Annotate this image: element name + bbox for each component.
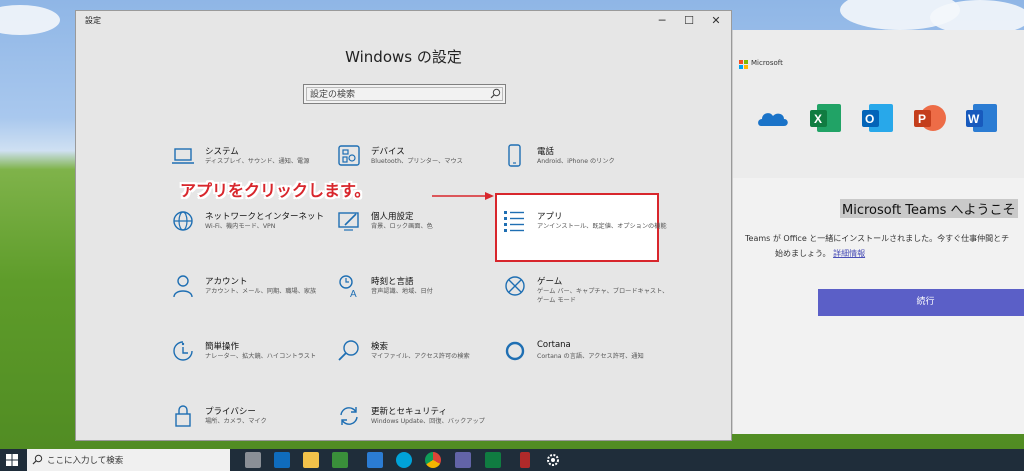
search-icon (32, 454, 43, 465)
desc-text: 始めましょう。 (775, 249, 831, 258)
desc-line: 始めましょう。 詳細情報 (745, 246, 1009, 261)
teams-header: Microsoft X O P W (733, 30, 1024, 178)
outlook-icon: O (862, 104, 893, 132)
svg-text:W: W (968, 112, 980, 126)
teams-welcome-title: Microsoft Teams へようこそ (840, 199, 1018, 218)
maps-icon[interactable] (332, 452, 348, 468)
desc-line: Teams が Office と一緒にインストールされました。今すぐ仕事仲間とチ (745, 234, 1010, 243)
powerpoint-icon: P (914, 105, 946, 131)
svg-text:O: O (865, 112, 874, 126)
onedrive-icon (758, 113, 788, 126)
excel-icon: X (810, 104, 841, 132)
task-view-icon[interactable] (245, 452, 261, 468)
learn-more-link[interactable]: 詳細情報 (833, 249, 865, 258)
excel-icon[interactable] (485, 452, 501, 468)
teams-window: Microsoft X O P W Microsoft Teams へようこそ … (732, 30, 1024, 434)
brand-name: Microsoft (751, 59, 783, 67)
svg-text:P: P (918, 112, 926, 126)
svg-text:X: X (814, 112, 822, 126)
chrome-icon[interactable] (425, 452, 441, 468)
word-icon: W (966, 104, 997, 132)
taskbar: ここに入力して検索 (0, 449, 1024, 471)
teams-icon[interactable] (455, 452, 471, 468)
phone-link-icon[interactable] (520, 452, 530, 468)
taskbar-search-input[interactable]: ここに入力して検索 (27, 449, 230, 471)
continue-button[interactable]: 続行 (818, 289, 1024, 316)
windows-start-icon[interactable] (6, 454, 18, 466)
media-player-icon[interactable] (396, 452, 412, 468)
outlook-icon[interactable] (274, 452, 290, 468)
microsoft-logo-icon (739, 60, 748, 69)
settings-gear-icon[interactable] (545, 452, 561, 468)
taskbar-search-placeholder: ここに入力して検索 (47, 456, 124, 466)
file-explorer-icon[interactable] (303, 452, 319, 468)
teams-description: Teams が Office と一緒にインストールされました。今すぐ仕事仲間とチ… (745, 231, 1009, 261)
word-icon[interactable] (367, 452, 383, 468)
